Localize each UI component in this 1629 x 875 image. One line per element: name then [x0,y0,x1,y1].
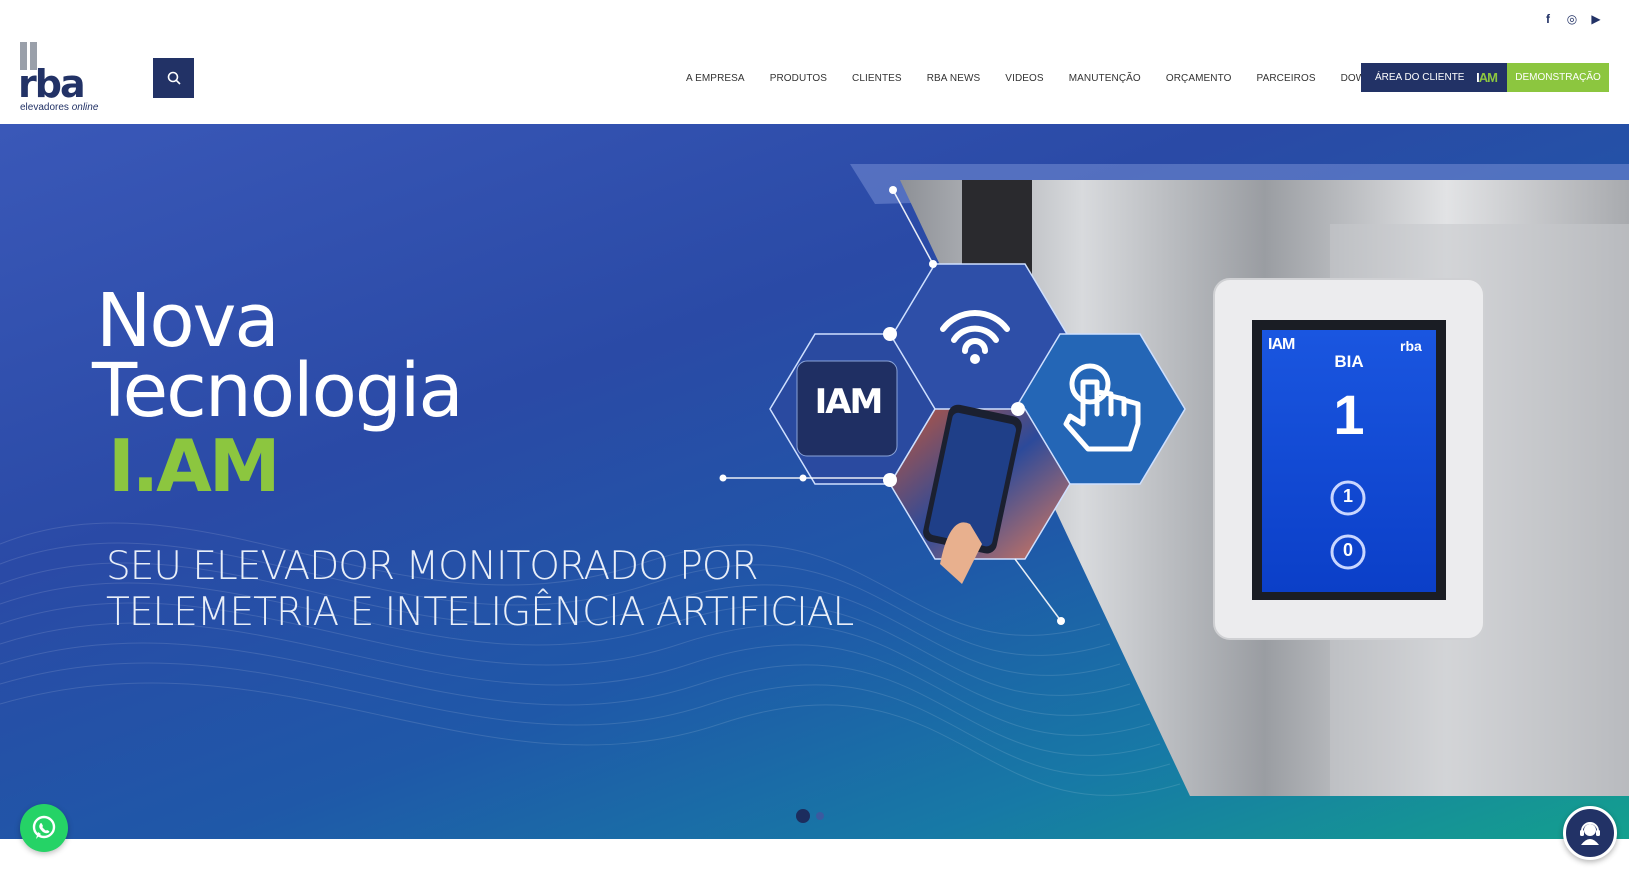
whatsapp-button[interactable] [20,804,68,852]
hero-title-line2: Tecnologia [92,348,464,434]
main-nav: A EMPRESA PRODUTOS CLIENTES RBA NEWS VID… [686,64,1432,92]
nav-orcamento[interactable]: ORÇAMENTO [1166,73,1232,84]
panel-name: BIA [1334,352,1364,371]
hero-subtitle: SEU ELEVADOR MONITORADO POR TELEMETRIA E… [106,544,854,636]
rba-logo[interactable]: rba elevadores online [18,42,108,114]
slider-dot-2[interactable] [816,812,824,820]
nav-a-empresa[interactable]: A EMPRESA [686,73,745,84]
support-agent-icon [1580,822,1600,845]
nav-produtos[interactable]: PRODUTOS [770,73,827,84]
client-area-button[interactable]: ÁREA DO CLIENTE IAM [1361,63,1507,92]
demo-button[interactable]: DEMONSTRAÇÃO [1507,63,1609,92]
social-links: f ◎ ▶ [1541,12,1603,26]
instagram-icon[interactable]: ◎ [1565,12,1579,26]
search-button[interactable] [153,58,194,98]
panel-button-0: 0 [1342,540,1353,560]
support-chat-button[interactable] [1563,806,1617,860]
nav-rba-news[interactable]: RBA NEWS [927,73,981,84]
client-area-label: ÁREA DO CLIENTE [1375,72,1465,83]
site-header: f ◎ ▶ rba elevadores online A EMPRESA PR… [0,0,1629,124]
logo-subtitle: elevadores online [20,102,99,113]
youtube-icon[interactable]: ▶ [1589,12,1603,26]
iam-tile-text: IAM [814,382,884,422]
whatsapp-icon [32,815,56,839]
panel-floor: 1 [1333,383,1365,446]
nav-parceiros[interactable]: PARCEIROS [1257,73,1316,84]
logo-word: rba [18,62,86,106]
iam-badge: IAM [1476,70,1498,85]
hero-title-line1: Nova [96,278,280,364]
nav-clientes[interactable]: CLIENTES [852,73,902,84]
hero-subtitle-line2: TELEMETRIA E INTELIGÊNCIA ARTIFICIAL [106,590,854,635]
facebook-icon[interactable]: f [1541,12,1555,26]
slider-dots [796,809,824,823]
hero-subtitle-line1: SEU ELEVADOR MONITORADO POR [106,544,759,589]
hero-title-line3: I.AM [108,424,281,508]
panel-button-1: 1 [1342,486,1353,506]
nav-videos[interactable]: VIDEOS [1005,73,1043,84]
hero-slider: IAM IAM rba BIA 1 1 0 Nova Tecnologia I.… [0,124,1629,839]
nav-manutencao[interactable]: MANUTENÇÃO [1069,73,1141,84]
search-icon [167,71,181,85]
slider-dot-1[interactable] [796,809,810,823]
